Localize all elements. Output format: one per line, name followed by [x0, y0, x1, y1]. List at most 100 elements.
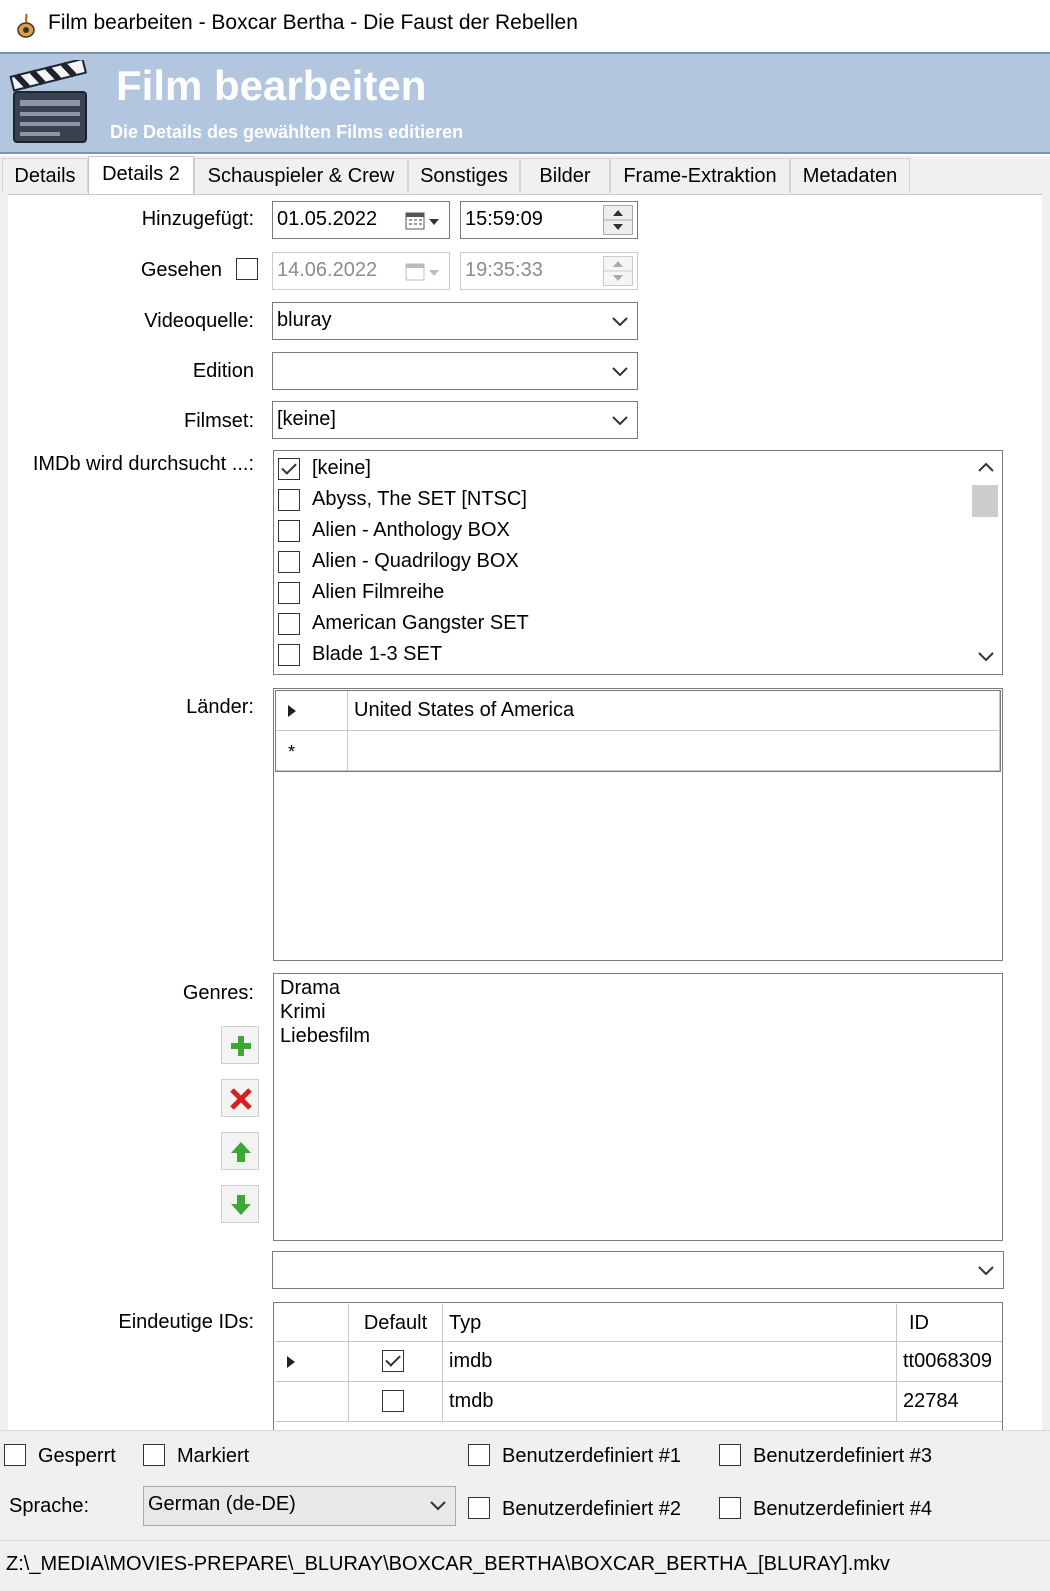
list-scrollbar[interactable] [970, 451, 1002, 674]
column-header-default[interactable]: Default [349, 1304, 443, 1342]
column-header-type[interactable]: Typ [443, 1304, 897, 1342]
custom3-checkbox[interactable] [719, 1443, 741, 1466]
custom1-option[interactable]: Benutzerdefiniert #1 [468, 1443, 681, 1468]
default-cell[interactable] [349, 1342, 443, 1382]
movieset-value: [keine] [277, 408, 336, 430]
chevron-down-icon [430, 1501, 446, 1511]
custom2-option[interactable]: Benutzerdefiniert #2 [468, 1496, 681, 1521]
movieset-label: Filmset: [184, 410, 254, 432]
set-name: Abyss, The SET [NTSC] [312, 488, 527, 510]
tab-frame-extraction[interactable]: Frame-Extraktion [610, 158, 790, 193]
videosource-value: bluray [277, 309, 332, 331]
window-title-bar: Film bearbeiten - Boxcar Bertha - Die Fa… [0, 0, 1050, 50]
edition-combo[interactable] [272, 352, 638, 390]
added-date-picker[interactable]: 01.05.2022 [272, 201, 450, 239]
new-country-cell[interactable] [348, 731, 1000, 771]
page-subtitle: Die Details des gewählten Films editiere… [110, 122, 464, 142]
current-row-arrow-icon [288, 705, 296, 717]
set-checkbox[interactable] [278, 551, 300, 573]
added-time-value: 15:59:09 [465, 208, 543, 230]
id-type-cell[interactable]: tmdb [443, 1382, 897, 1422]
delete-x-icon [230, 1088, 252, 1110]
scrollbar-thumb[interactable] [972, 485, 998, 517]
genre-combo[interactable] [272, 1251, 1004, 1289]
set-checkbox[interactable] [278, 520, 300, 542]
default-checkbox[interactable] [382, 1350, 404, 1372]
tab-cast-crew[interactable]: Schauspieler & Crew [194, 158, 408, 193]
add-genre-button[interactable] [221, 1026, 259, 1064]
tab-images[interactable]: Bilder [520, 158, 610, 193]
set-name: American Gangster SET [312, 612, 529, 634]
default-cell[interactable] [349, 1382, 443, 1422]
set-name: [keine] [312, 457, 371, 479]
calendar-dropdown-icon[interactable] [405, 211, 439, 231]
row-header-current[interactable] [275, 1342, 349, 1382]
locked-option[interactable]: Gesperrt [4, 1443, 116, 1468]
tab-metadata[interactable]: Metadaten [790, 158, 910, 193]
row-header[interactable] [275, 1382, 349, 1422]
custom4-checkbox[interactable] [719, 1496, 741, 1519]
watched-date-picker: 14.06.2022 [272, 252, 450, 290]
movieset-combo[interactable]: [keine] [272, 401, 638, 439]
genres-label: Genres: [182, 982, 254, 1004]
custom3-label: Benutzerdefiniert #3 [753, 1445, 933, 1467]
header-corner [275, 1304, 349, 1342]
language-combo[interactable]: German (de-DE) [143, 1486, 456, 1526]
custom2-checkbox[interactable] [468, 1496, 490, 1519]
unique-ids-label: Eindeutige IDs: [118, 1311, 254, 1333]
added-date-value: 01.05.2022 [277, 208, 378, 230]
language-value: German (de-DE) [148, 1493, 296, 1515]
custom1-checkbox[interactable] [468, 1443, 490, 1466]
marked-option[interactable]: Markiert [143, 1443, 250, 1468]
default-checkbox[interactable] [382, 1390, 404, 1412]
unique-ids-grid[interactable]: Default Typ ID imdb tt0068309 tmdb 22784 [273, 1302, 1003, 1430]
file-path: Z:\_MEDIA\MOVIES-PREPARE\_BLURAY\BOXCAR_… [6, 1553, 890, 1575]
genre-item[interactable]: Drama [280, 976, 340, 1000]
marked-checkbox[interactable] [143, 1443, 165, 1466]
column-header-id[interactable]: ID [897, 1304, 1002, 1342]
chevron-down-icon [612, 416, 628, 426]
set-checkbox[interactable] [278, 613, 300, 635]
tab-misc[interactable]: Sonstiges [408, 158, 520, 193]
custom3-option[interactable]: Benutzerdefiniert #3 [719, 1443, 933, 1468]
watched-time-field: 19:35:33 [460, 252, 638, 290]
app-icon [17, 13, 35, 38]
custom4-option[interactable]: Benutzerdefiniert #4 [719, 1496, 932, 1521]
row-header-current[interactable] [276, 691, 348, 731]
move-genre-down-button[interactable] [221, 1185, 259, 1223]
genre-item[interactable]: Krimi [280, 1000, 326, 1024]
clapperboard-icon [9, 60, 88, 143]
set-name: Alien Filmreihe [312, 581, 445, 603]
movieset-checklist[interactable]: [keine] Abyss, The SET [NTSC] Alien - An… [273, 450, 1003, 675]
move-genre-up-button[interactable] [221, 1132, 259, 1170]
tab-details-2[interactable]: Details 2 [88, 156, 194, 194]
remove-genre-button[interactable] [221, 1079, 259, 1117]
marked-label: Markiert [177, 1445, 250, 1467]
tab-details[interactable]: Details [2, 158, 88, 193]
time-spinner-icon[interactable] [603, 205, 633, 235]
watched-checkbox[interactable] [236, 258, 258, 280]
chevron-down-icon[interactable] [975, 649, 997, 665]
set-checkbox[interactable] [278, 458, 300, 480]
chevron-up-icon[interactable] [975, 459, 997, 475]
imdb-search-label: IMDb wird durchsucht ...: [32, 453, 254, 475]
genre-item[interactable]: Liebesfilm [280, 1024, 370, 1048]
set-checkbox[interactable] [278, 582, 300, 604]
pane-border-left [0, 194, 8, 1450]
row-header-new[interactable]: * [276, 731, 348, 771]
set-checkbox[interactable] [278, 644, 300, 666]
id-value-cell[interactable]: 22784 [897, 1382, 1002, 1422]
genres-listbox[interactable]: Drama Krimi Liebesfilm [273, 973, 1003, 1241]
country-cell[interactable]: United States of America [348, 691, 1000, 731]
set-checkbox[interactable] [278, 489, 300, 511]
locked-checkbox[interactable] [4, 1443, 26, 1466]
videosource-combo[interactable]: bluray [272, 302, 638, 340]
arrow-up-icon [231, 1142, 251, 1162]
chevron-down-icon [612, 367, 628, 377]
watched-label: Gesehen [140, 259, 222, 281]
id-type-cell[interactable]: imdb [443, 1342, 897, 1382]
added-time-field[interactable]: 15:59:09 [460, 201, 638, 239]
countries-label: Länder: [186, 696, 254, 718]
countries-grid[interactable]: United States of America * [273, 688, 1003, 961]
id-value-cell[interactable]: tt0068309 [897, 1342, 1002, 1382]
